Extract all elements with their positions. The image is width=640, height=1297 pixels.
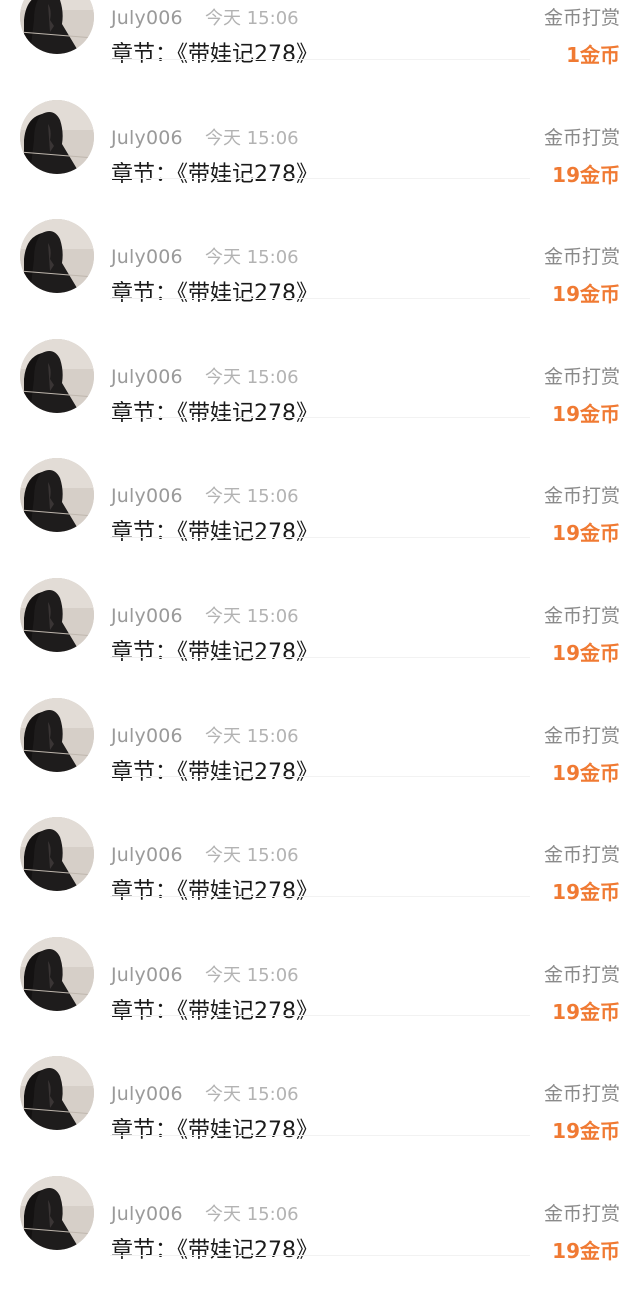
username[interactable]: July006: [111, 365, 183, 389]
avatar-photo-icon: [20, 936, 94, 1011]
reward-list-item[interactable]: July006 今天 15:06 章节：《带娃记278》 金币打赏 19金币: [0, 777, 640, 904]
username[interactable]: July006: [111, 724, 183, 748]
reward-type-label: 金币打赏: [543, 485, 620, 508]
avatar-photo-icon: [20, 458, 94, 533]
username[interactable]: July006: [111, 126, 183, 150]
reward-type-label: 金币打赏: [543, 1202, 620, 1225]
user-avatar[interactable]: [20, 99, 94, 174]
avatar-photo-icon: [20, 817, 94, 892]
timestamp: 今天 15:06: [205, 486, 299, 508]
avatar-photo-icon: [20, 0, 94, 54]
username[interactable]: July006: [111, 484, 183, 508]
avatar-photo-icon: [20, 219, 94, 294]
avatar-photo-icon: [20, 1175, 94, 1250]
username[interactable]: July006: [111, 604, 183, 628]
reward-type-label: 金币打赏: [543, 1083, 620, 1106]
timestamp: 今天 15:06: [205, 725, 299, 747]
timestamp: 今天 15:06: [205, 127, 299, 149]
username[interactable]: July006: [111, 963, 183, 987]
username[interactable]: July006: [111, 1082, 183, 1106]
avatar-photo-icon: [20, 697, 94, 772]
username[interactable]: July006: [111, 6, 183, 30]
user-avatar[interactable]: [20, 817, 94, 892]
reward-list-item[interactable]: July006 今天 15:06 章节：《带娃记278》 金币打赏 19金币: [0, 1136, 640, 1263]
user-avatar[interactable]: [20, 1175, 94, 1250]
row-divider: [110, 1254, 530, 1256]
timestamp: 今天 15:06: [205, 964, 299, 986]
reward-list-item[interactable]: July006 今天 15:06 章节：《带娃记278》 金币打赏 19金币: [0, 179, 640, 306]
avatar-photo-icon: [20, 1056, 94, 1131]
timestamp: 今天 15:06: [205, 1203, 299, 1225]
user-avatar[interactable]: [20, 219, 94, 294]
timestamp: 今天 15:06: [205, 8, 299, 29]
chapter-title[interactable]: 章节：《带娃记278》: [111, 1236, 318, 1266]
reward-type-label: 金币打赏: [543, 365, 620, 388]
reward-list-item[interactable]: July006 今天 15:06 章节：《带娃记278》 金币打赏 19金币: [0, 418, 640, 545]
username[interactable]: July006: [111, 843, 183, 867]
reward-type-label: 金币打赏: [543, 246, 620, 269]
reward-type-label: 金币打赏: [543, 963, 620, 986]
user-avatar[interactable]: [20, 338, 94, 413]
reward-type-label: 金币打赏: [543, 7, 620, 29]
reward-type-label: 金币打赏: [543, 844, 620, 867]
timestamp: 今天 15:06: [205, 605, 299, 627]
reward-type-label: 金币打赏: [543, 126, 620, 149]
user-avatar[interactable]: [20, 1056, 94, 1131]
avatar-photo-icon: [20, 577, 94, 652]
reward-type-label: 金币打赏: [543, 604, 620, 627]
username[interactable]: July006: [111, 245, 183, 269]
reward-list-item[interactable]: July006 今天 15:06 章节：《带娃记278》 金币打赏 1金币: [0, 0, 640, 67]
user-avatar[interactable]: [20, 936, 94, 1011]
reward-type-label: 金币打赏: [543, 724, 620, 747]
avatar-photo-icon: [20, 99, 94, 174]
user-avatar[interactable]: [20, 697, 94, 772]
timestamp: 今天 15:06: [205, 1084, 299, 1106]
reward-list-item[interactable]: July006 今天 15:06 章节：《带娃记278》 金币打赏 19金币: [0, 1016, 640, 1143]
user-avatar[interactable]: [20, 577, 94, 652]
timestamp: 今天 15:06: [205, 845, 299, 867]
username[interactable]: July006: [111, 1202, 183, 1226]
timestamp: 今天 15:06: [205, 366, 299, 388]
reward-list-item[interactable]: July006 今天 15:06 章节：《带娃记278》 金币打赏 19金币: [0, 60, 640, 187]
reward-list-item[interactable]: July006 今天 15:06 章节：《带娃记278》 金币打赏 19金币: [0, 538, 640, 665]
timestamp: 今天 15:06: [205, 247, 299, 269]
reward-list-item[interactable]: July006 今天 15:06 章节：《带娃记278》 金币打赏 19金币: [0, 897, 640, 1024]
avatar-photo-icon: [20, 338, 94, 413]
user-avatar[interactable]: [20, 0, 94, 54]
reward-amount: 19金币: [552, 1238, 620, 1263]
reward-list-item[interactable]: July006 今天 15:06 章节：《带娃记278》 金币打赏 19金币: [0, 658, 640, 785]
reward-list: July006 今天 15:06 章节：《带娃记278》 金币打赏 1金币 Ju…: [0, 0, 640, 1263]
user-avatar[interactable]: [20, 458, 94, 533]
reward-list-item[interactable]: July006 今天 15:06 章节：《带娃记278》 金币打赏 19金币: [0, 299, 640, 426]
